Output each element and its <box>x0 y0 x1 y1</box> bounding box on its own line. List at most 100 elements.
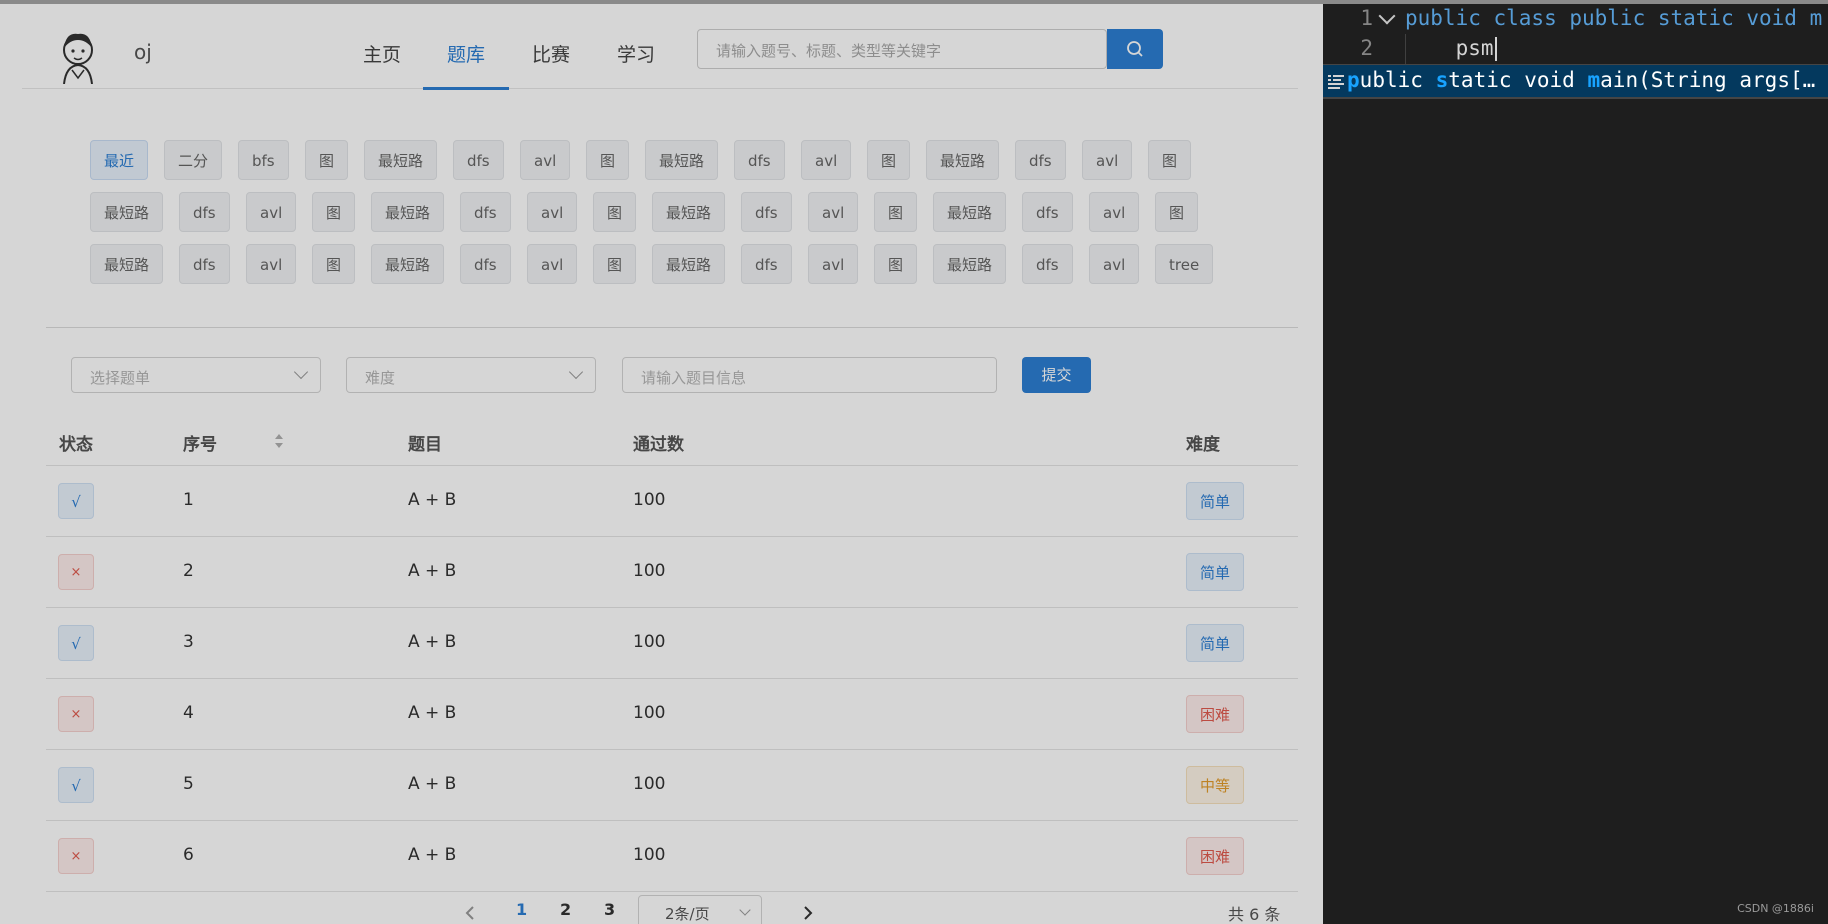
tag-chip[interactable]: 最短路 <box>90 192 164 232</box>
tag-chip[interactable]: 图 <box>305 140 349 180</box>
search-input[interactable]: 请输入题号、标题、类型等关键字 <box>697 29 1107 69</box>
page-2[interactable]: 2 <box>560 900 571 919</box>
tag-chip[interactable]: avl <box>801 140 852 180</box>
tag-chip[interactable]: avl <box>1082 140 1133 180</box>
nav-problem-bank[interactable]: 题库 <box>447 40 485 67</box>
table-row[interactable]: √ 1 A + B 100 简单 <box>46 466 1298 537</box>
avatar-logo-icon[interactable] <box>52 28 104 84</box>
tag-chip[interactable]: avl <box>527 244 578 284</box>
tag-chip[interactable]: 最短路 <box>926 140 1000 180</box>
cell-title[interactable]: A + B <box>408 490 456 510</box>
window-top-border <box>0 0 1828 4</box>
code-line-1[interactable]: public class public static void m <box>1405 6 1822 30</box>
tag-chip[interactable]: dfs <box>460 244 511 284</box>
problem-info-input[interactable]: 请输入题目信息 <box>622 357 997 393</box>
tag-chip[interactable]: dfs <box>453 140 504 180</box>
tag-chip[interactable]: 最短路 <box>652 244 726 284</box>
tag-chip[interactable]: avl <box>527 192 578 232</box>
tag-chip[interactable]: tree <box>1155 244 1214 284</box>
tag-chip[interactable]: 最短路 <box>933 244 1007 284</box>
tag-chip[interactable]: bfs <box>238 140 289 180</box>
difficulty-select[interactable]: 难度 <box>346 357 596 393</box>
table-row[interactable]: √ 5 A + B 100 中等 <box>46 750 1298 821</box>
tag-chip[interactable]: 最短路 <box>90 244 164 284</box>
code-line-2[interactable]: psm <box>1405 36 1497 61</box>
tag-chip[interactable]: 最短路 <box>933 192 1007 232</box>
search-button[interactable] <box>1107 29 1163 69</box>
nav-contest[interactable]: 比赛 <box>532 40 570 67</box>
submit-button[interactable]: 提交 <box>1022 357 1091 393</box>
search-placeholder: 请输入题号、标题、类型等关键字 <box>716 42 942 60</box>
chevron-down-icon <box>568 364 584 380</box>
tag-chip[interactable]: 图 <box>312 244 356 284</box>
tag-chip[interactable]: 图 <box>867 140 911 180</box>
tag-chip[interactable]: dfs <box>460 192 511 232</box>
tag-row: 最短路 dfs avl 图最短路 dfs avl 图最短路 dfs avl 图最短路 dfs avl 图 <box>90 192 1230 232</box>
page-1[interactable]: 1 <box>516 900 527 919</box>
nav-learn[interactable]: 学习 <box>617 40 655 67</box>
header-index[interactable]: 序号 <box>183 430 217 455</box>
tag-chip[interactable]: 图 <box>586 140 630 180</box>
tag-chip[interactable]: avl <box>520 140 571 180</box>
tag-chip[interactable]: dfs <box>179 244 230 284</box>
tag-chip[interactable]: 图 <box>593 192 637 232</box>
tag-chip[interactable]: 二分 <box>164 140 223 180</box>
tag-chip[interactable]: avl <box>808 244 859 284</box>
table-row[interactable]: × 2 A + B 100 简单 <box>46 537 1298 608</box>
table-row[interactable]: × 4 A + B 100 困难 <box>46 679 1298 750</box>
nav-home[interactable]: 主页 <box>363 40 401 67</box>
cell-index: 6 <box>183 845 194 865</box>
tag-row: 最近 二分 bfs 图最短路 dfs avl 图最短路 dfs avl 图最短路 dfs avl 图 <box>90 140 1230 180</box>
tag-chip[interactable]: 图 <box>874 192 918 232</box>
tag-chip[interactable]: 图 <box>874 244 918 284</box>
brand-name[interactable]: oj <box>134 40 152 64</box>
problem-list-select[interactable]: 选择题单 <box>71 357 321 393</box>
tag-chip[interactable]: dfs <box>741 192 792 232</box>
tag-chip[interactable]: avl <box>1089 244 1140 284</box>
next-page-icon[interactable] <box>802 905 814 921</box>
tag-chip[interactable]: dfs <box>179 192 230 232</box>
tag-chip[interactable]: dfs <box>741 244 792 284</box>
status-badge: √ <box>58 625 94 661</box>
difficulty-badge: 中等 <box>1186 766 1244 804</box>
tag-chip[interactable]: dfs <box>734 140 785 180</box>
tag-chip[interactable]: 图 <box>1148 140 1192 180</box>
cell-title[interactable]: A + B <box>408 845 456 865</box>
tag-chip[interactable]: 图 <box>593 244 637 284</box>
tag-chip[interactable]: avl <box>808 192 859 232</box>
tag-chip[interactable]: 最短路 <box>652 192 726 232</box>
tag-chip[interactable]: dfs <box>1022 244 1073 284</box>
cell-title[interactable]: A + B <box>408 774 456 794</box>
tag-chip[interactable]: 图 <box>1155 192 1199 232</box>
table-row[interactable]: × 6 A + B 100 困难 <box>46 821 1298 892</box>
tag-chip[interactable]: 最短路 <box>371 244 445 284</box>
page-3[interactable]: 3 <box>604 900 615 919</box>
status-badge: × <box>58 554 94 590</box>
table-row[interactable]: √ 3 A + B 100 简单 <box>46 608 1298 679</box>
chevron-down-icon <box>739 904 751 916</box>
cell-title[interactable]: A + B <box>408 703 456 723</box>
problem-list-placeholder: 选择题单 <box>90 369 151 387</box>
tag-chip[interactable]: 最短路 <box>371 192 445 232</box>
tag-chip[interactable]: dfs <box>1015 140 1066 180</box>
tag-chip[interactable]: 图 <box>312 192 356 232</box>
cell-title[interactable]: A + B <box>408 561 456 581</box>
tag-chip[interactable]: 最近 <box>90 140 149 180</box>
prev-page-icon[interactable] <box>464 905 476 921</box>
tag-chip[interactable]: avl <box>246 192 297 232</box>
autocomplete-suggestion[interactable]: public static void main(String args[]… <box>1323 64 1828 98</box>
page-size-select[interactable]: 2条/页 <box>638 895 762 924</box>
tag-chip[interactable]: 最短路 <box>364 140 438 180</box>
code-editor[interactable]: 1 public class public static void m 2 ps… <box>1323 0 1828 924</box>
cell-title[interactable]: A + B <box>408 632 456 652</box>
tag-chip[interactable]: avl <box>1089 192 1140 232</box>
section-divider <box>46 327 1298 328</box>
tag-row: 最短路 dfs avl 图最短路 dfs avl 图最短路 dfs avl 图最短路 dfs avl t… <box>90 244 1230 284</box>
tag-chip[interactable]: 最短路 <box>645 140 719 180</box>
sort-icon[interactable] <box>274 432 284 450</box>
tag-chip[interactable]: dfs <box>1022 192 1073 232</box>
cell-passed: 100 <box>633 845 666 865</box>
fold-chevron-icon[interactable] <box>1378 7 1396 25</box>
tag-chip[interactable]: avl <box>246 244 297 284</box>
text-cursor <box>1494 37 1497 61</box>
